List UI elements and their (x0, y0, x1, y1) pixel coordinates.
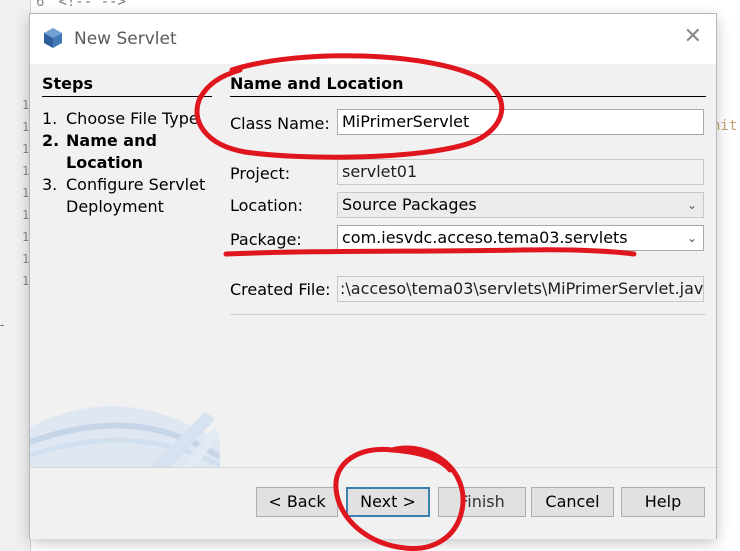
panel-divider (230, 96, 706, 97)
dialog-title: New Servlet (74, 29, 177, 49)
line-number: 1 (22, 120, 30, 134)
class-name-label: Class Name: (230, 114, 330, 133)
steps-divider (42, 96, 212, 97)
step-item: 1. Choose File Type (42, 108, 220, 130)
location-select-value: Source Packages (342, 195, 477, 214)
new-servlet-dialog: New Servlet ✕ Steps 1. Choose File Type … (30, 14, 716, 539)
top-line-number: 6 (36, 0, 45, 10)
chevron-down-icon[interactable]: ⌄ (687, 226, 697, 250)
step-label-continued: Deployment (66, 197, 164, 216)
name-and-location-panel: Name and Location Class Name: MiPrimerSe… (220, 64, 716, 467)
comment-text: <!-- --> (58, 0, 126, 10)
cancel-button[interactable]: Cancel (531, 487, 614, 517)
location-select[interactable]: Source Packages ⌄ (337, 192, 704, 218)
project-field: servlet01 (337, 159, 704, 185)
line-number: 1 (22, 230, 30, 244)
step-number: 3. (42, 175, 58, 194)
finish-button[interactable]: Finish (438, 487, 526, 517)
package-label: Package: (230, 230, 302, 249)
wizard-button-bar: < Back Next > Finish Cancel Help (30, 467, 716, 539)
decorative-swoosh-graphic (30, 406, 220, 467)
dialog-titlebar: New Servlet ✕ (30, 14, 716, 64)
editor-code-comment: 6 <!-- --> (36, 0, 126, 10)
line-number: 1 (22, 274, 30, 288)
step-number: 2. (42, 131, 60, 150)
package-combo-value: com.iesvdc.acceso.tema03.servlets (342, 228, 628, 247)
line-number: 1 (22, 208, 30, 222)
step-number: 1. (42, 109, 58, 128)
fold-marker[interactable]: - (0, 318, 4, 332)
line-number: 1 (22, 164, 30, 178)
chevron-down-icon[interactable]: ⌄ (687, 193, 697, 217)
step-label: Choose File Type (66, 109, 199, 128)
steps-heading: Steps (42, 74, 93, 93)
created-file-field: :\acceso\tema03\servlets\MiPrimerServlet… (337, 276, 704, 302)
step-label: Configure Servlet (66, 175, 206, 194)
steps-list: 1. Choose File Type 2. Name and Location… (42, 108, 220, 218)
project-label: Project: (230, 164, 291, 183)
step-label-continued: Location (66, 153, 143, 172)
created-file-label: Created File: (230, 280, 331, 299)
line-number: 1 (22, 186, 30, 200)
steps-panel: Steps 1. Choose File Type 2. Name and Lo… (30, 64, 220, 467)
panel-separator (230, 314, 706, 315)
location-label: Location: (230, 196, 304, 215)
help-button[interactable]: Help (621, 487, 705, 517)
class-name-input[interactable]: MiPrimerServlet (337, 109, 704, 135)
back-button[interactable]: < Back (256, 487, 338, 517)
step-item-current: 2. Name and (42, 130, 220, 152)
line-number: 1 (22, 98, 30, 112)
line-number: 1 (22, 142, 30, 156)
package-combo[interactable]: com.iesvdc.acceso.tema03.servlets ⌄ (337, 225, 704, 251)
step-label: Name and (66, 131, 157, 150)
line-number: 1 (22, 252, 30, 266)
next-button[interactable]: Next > (346, 487, 430, 517)
panel-heading: Name and Location (230, 74, 404, 93)
step-item: 3. Configure Servlet (42, 174, 220, 196)
netbeans-cube-icon (44, 28, 62, 48)
close-icon[interactable]: ✕ (684, 26, 702, 48)
